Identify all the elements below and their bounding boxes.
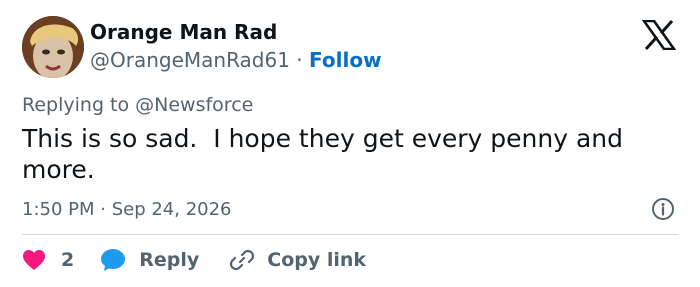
avatar[interactable] [22, 16, 84, 78]
tweet-time: 1:50 PM [22, 199, 95, 220]
tweet-card: Orange Man Rad @OrangeManRad61 · Follow … [0, 0, 700, 287]
author-handle[interactable]: @OrangeManRad61 [90, 48, 290, 72]
timestamp-link[interactable]: 1:50 PM · Sep 24, 2026 [22, 199, 232, 220]
like-button[interactable]: 2 [22, 249, 100, 271]
copy-link-button[interactable]: Copy link [229, 247, 366, 273]
replying-to: Replying to @Newsforce [22, 94, 253, 116]
reply-button[interactable]: Reply [100, 248, 229, 272]
tweet-date: Sep 24, 2026 [111, 199, 232, 220]
like-count: 2 [61, 249, 75, 271]
link-icon [230, 249, 255, 271]
info-icon[interactable] [651, 197, 675, 221]
author-name[interactable]: Orange Man Rad [90, 20, 277, 44]
action-bar: 2 Reply Copy link [22, 246, 366, 274]
avatar-image [22, 16, 84, 78]
heart-icon [23, 250, 45, 270]
follow-button[interactable]: Follow [309, 48, 382, 72]
reply-mention-link[interactable]: @Newsforce [135, 94, 253, 116]
divider [22, 234, 679, 235]
author-handle-row: @OrangeManRad61 · Follow [90, 48, 382, 72]
x-logo-icon[interactable] [641, 19, 677, 51]
replying-prefix: Replying to [22, 94, 136, 116]
timestamp-separator: · [94, 199, 112, 220]
speech-bubble-icon [101, 249, 126, 271]
reply-label: Reply [139, 249, 200, 271]
copy-link-label: Copy link [267, 249, 367, 271]
tweet-text: This is so sad. I hope they get every pe… [22, 124, 631, 184]
handle-separator: · [289, 48, 310, 72]
